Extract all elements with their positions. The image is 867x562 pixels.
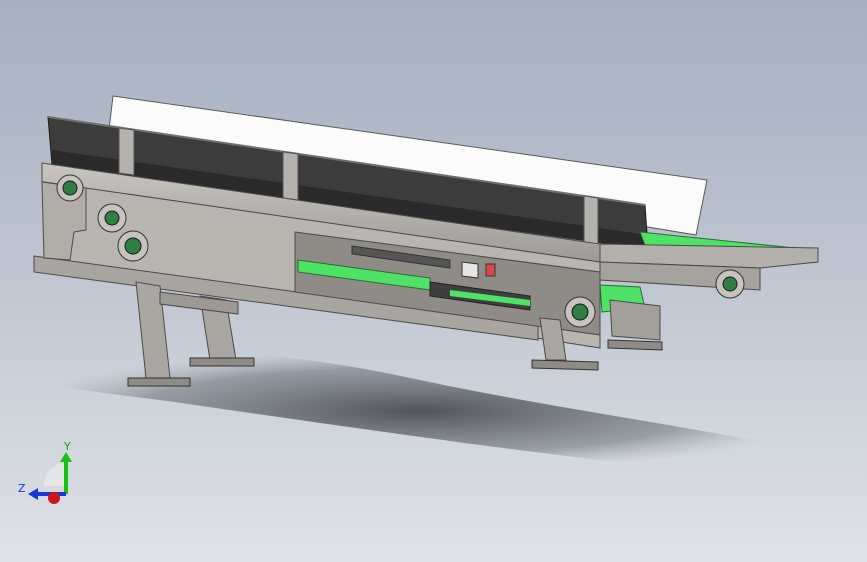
leg-right-rear[interactable] [609, 299, 661, 341]
reference-triad[interactable]: Y Z [14, 440, 84, 510]
foot-left-front [127, 377, 191, 387]
guard-post-1 [118, 127, 135, 176]
foot-right-rear [607, 339, 663, 351]
foot-right-front [531, 359, 599, 371]
triad-x-axis-dot [48, 492, 60, 504]
guard-post-2 [282, 151, 299, 201]
bearing-right-end[interactable] [715, 269, 745, 299]
ground-shadow [15, 349, 820, 473]
triad-z-label: Z [18, 482, 26, 495]
bearing-right-lower[interactable] [564, 296, 596, 328]
triad-y-label: Y [63, 440, 71, 453]
conveyor-model-scene[interactable] [0, 0, 867, 562]
bearing-left-low[interactable] [117, 230, 149, 262]
triad-z-arrow [28, 488, 38, 500]
bearing-left-mid[interactable] [97, 203, 127, 233]
guard-post-3 [583, 195, 599, 246]
sensor-red[interactable] [485, 263, 496, 277]
foot-left-rear [189, 357, 255, 367]
triad-y-arrow [60, 452, 72, 462]
3d-model-viewport[interactable]: Y Z [0, 0, 867, 562]
bearing-left-top[interactable] [56, 174, 84, 202]
tension-block[interactable] [461, 261, 479, 279]
